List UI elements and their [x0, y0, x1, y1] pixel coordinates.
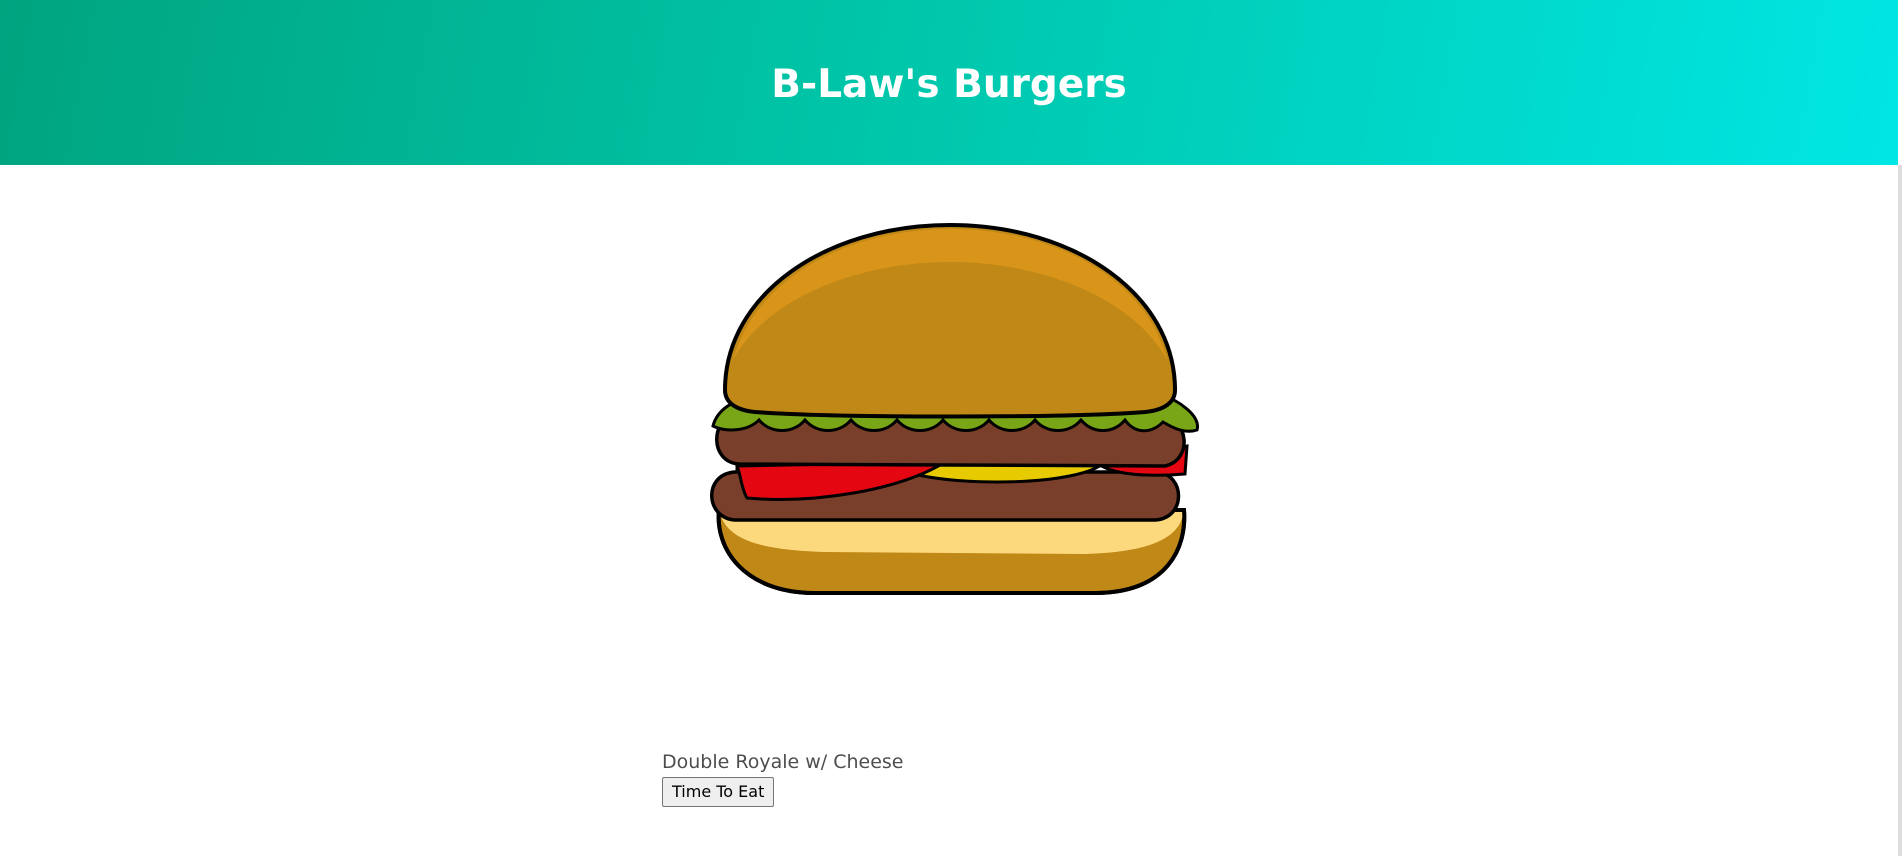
- burger-list-item: Double Royale w/ Cheese Time To Eat: [662, 749, 1082, 807]
- page: B-Law's Burgers Double Royale w/ Cheese …: [0, 0, 1902, 856]
- burger-icon: [710, 222, 1199, 595]
- time-to-eat-button[interactable]: Time To Eat: [662, 777, 775, 807]
- site-header: B-Law's Burgers: [0, 0, 1898, 165]
- burger-name: Double Royale w/ Cheese: [662, 751, 904, 773]
- scrollbar-track[interactable]: [1898, 165, 1902, 856]
- burger-image: [695, 220, 1205, 600]
- site-title: B-Law's Burgers: [771, 62, 1127, 107]
